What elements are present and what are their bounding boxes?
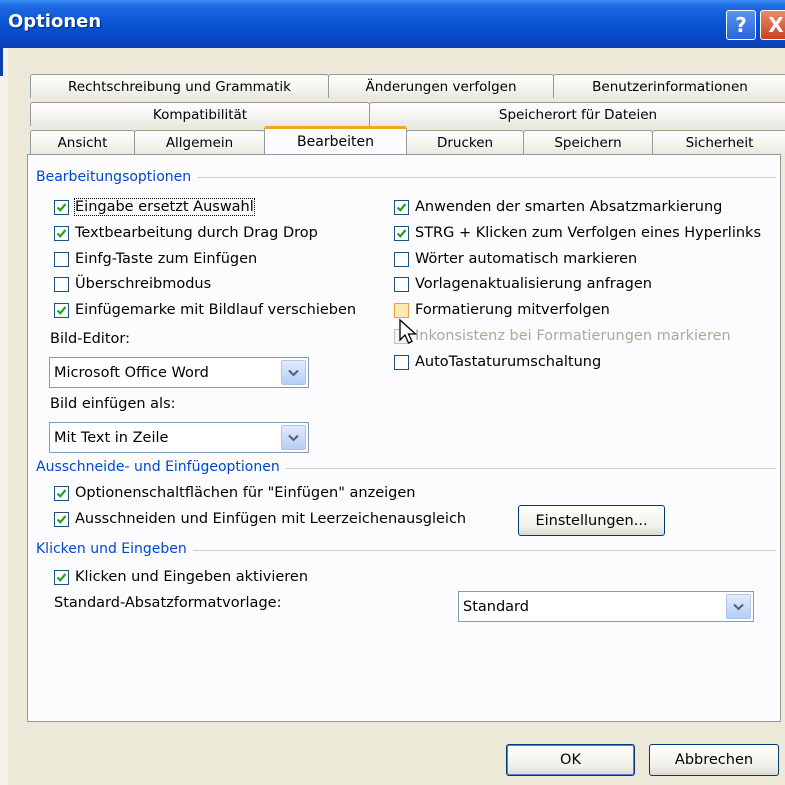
bearbeiten-panel: Bearbeitungsoptionen Eingabe ersetzt Aus… xyxy=(27,154,781,722)
settings-button[interactable]: Einstellungen... xyxy=(518,505,665,536)
checkbox-box xyxy=(394,199,409,215)
checkbox-track-formatting[interactable]: Formatierung mitverfolgen xyxy=(394,302,610,318)
checkbox-label: Ausschneiden und Einfügen mit Leerzeiche… xyxy=(75,511,467,527)
checkbox-paste-options-buttons[interactable]: Optionenschaltflächen für "Einfügen" anz… xyxy=(54,485,415,501)
default-style-select[interactable]: Standard xyxy=(458,591,754,622)
checkbox-insert-key[interactable]: Einfg-Taste zum Einfügen xyxy=(54,251,257,267)
checkbox-box xyxy=(54,569,69,585)
checkbox-label: Eingabe ersetzt Auswahl xyxy=(74,198,255,216)
chevron-down-icon[interactable] xyxy=(726,594,751,619)
cancel-button[interactable]: Abbrechen xyxy=(649,744,779,776)
checkbox-box xyxy=(394,354,409,370)
tab-bearbeiten[interactable]: Bearbeiten xyxy=(264,126,407,154)
checkbox-box xyxy=(54,485,69,501)
default-style-label: Standard-Absatzformatvorlage: xyxy=(54,595,282,611)
checkbox-drag-drop[interactable]: Textbearbeitung durch Drag Drop xyxy=(54,225,318,241)
checkbox-label: Optionenschaltflächen für "Einfügen" anz… xyxy=(75,485,416,501)
group-editing-title: Bearbeitungsoptionen xyxy=(36,169,198,185)
title-bar[interactable]: Optionen ? X xyxy=(0,0,785,48)
tab-allgemein[interactable]: Allgemein xyxy=(134,130,265,154)
ok-button[interactable]: OK xyxy=(506,744,635,776)
window-border xyxy=(0,48,8,785)
picture-editor-select[interactable]: Microsoft Office Word xyxy=(49,357,309,388)
checkbox-smart-cut-paste[interactable]: Ausschneiden und Einfügen mit Leerzeiche… xyxy=(54,511,466,527)
tab-speicherort[interactable]: Speicherort für Dateien xyxy=(369,102,785,126)
checkbox-label: STRG + Klicken zum Verfolgen eines Hyper… xyxy=(415,225,762,241)
tab-drucken[interactable]: Drucken xyxy=(406,130,524,154)
picture-editor-value: Microsoft Office Word xyxy=(54,364,209,381)
checkbox-label: Anwenden der smarten Absatzmarkierung xyxy=(415,199,723,215)
tab-kompatibilitaet[interactable]: Kompatibilität xyxy=(30,102,370,126)
checkbox-box xyxy=(394,276,409,292)
default-style-value: Standard xyxy=(463,598,529,615)
checkbox-caret-scroll[interactable]: Einfügemarke mit Bildlauf verschieben xyxy=(54,302,356,318)
checkbox-auto-keyboard[interactable]: AutoTastaturumschaltung xyxy=(394,354,601,370)
tab-benutzerinformationen[interactable]: Benutzerinformationen xyxy=(553,74,785,98)
checkbox-ctrl-click-hyperlink[interactable]: STRG + Klicken zum Verfolgen eines Hyper… xyxy=(394,225,761,241)
close-button[interactable]: X xyxy=(760,10,785,40)
checkbox-label: Formatierung mitverfolgen xyxy=(415,302,610,318)
checkbox-mark-inconsistency: Inkonsistenz bei Formatierungen markiere… xyxy=(394,328,731,344)
checkbox-box xyxy=(54,276,69,292)
checkbox-label: AutoTastaturumschaltung xyxy=(415,354,602,370)
group-clicktype-title: Klicken und Eingeben xyxy=(36,541,193,557)
checkbox-label: Einfügemarke mit Bildlauf verschieben xyxy=(75,302,357,318)
tab-rechtschreibung[interactable]: Rechtschreibung und Grammatik xyxy=(30,74,329,98)
checkbox-box xyxy=(54,251,69,267)
checkbox-label: Klicken und Eingeben aktivieren xyxy=(75,569,309,585)
checkbox-auto-select-words[interactable]: Wörter automatisch markieren xyxy=(394,251,637,267)
insert-picture-select[interactable]: Mit Text in Zeile xyxy=(49,422,309,453)
help-button[interactable]: ? xyxy=(726,10,756,40)
checkbox-box xyxy=(54,225,69,241)
checkbox-template-update[interactable]: Vorlagenaktualisierung anfragen xyxy=(394,276,652,292)
checkbox-box xyxy=(54,199,69,215)
checkbox-typing-replaces[interactable]: Eingabe ersetzt Auswahl xyxy=(54,198,255,216)
options-dialog: Optionen ? X Rechtschreibung und Grammat… xyxy=(0,0,785,785)
checkbox-label: Überschreibmodus xyxy=(75,276,212,292)
chevron-down-icon[interactable] xyxy=(281,360,306,385)
checkbox-box xyxy=(54,302,69,318)
tab-sicherheit[interactable]: Sicherheit xyxy=(652,130,785,154)
checkbox-overtype[interactable]: Überschreibmodus xyxy=(54,276,211,292)
checkbox-smart-paragraph[interactable]: Anwenden der smarten Absatzmarkierung xyxy=(394,199,722,215)
group-cutpaste-title: Ausschneide- und Einfügeoptionen xyxy=(36,459,286,475)
checkbox-box xyxy=(394,251,409,267)
checkbox-click-and-type[interactable]: Klicken und Eingeben aktivieren xyxy=(54,569,308,585)
tab-aenderungen[interactable]: Änderungen verfolgen xyxy=(328,74,554,98)
checkbox-label: Einfg-Taste zum Einfügen xyxy=(75,251,258,267)
window-title: Optionen xyxy=(8,11,102,32)
checkbox-label: Inkonsistenz bei Formatierungen markiere… xyxy=(415,328,731,344)
chevron-down-icon[interactable] xyxy=(281,425,306,450)
insert-picture-value: Mit Text in Zeile xyxy=(54,429,169,446)
checkbox-box xyxy=(54,511,69,527)
checkbox-label: Vorlagenaktualisierung anfragen xyxy=(415,276,652,292)
tab-speichern[interactable]: Speichern xyxy=(523,130,653,154)
checkbox-box xyxy=(394,302,409,318)
checkbox-box xyxy=(394,225,409,241)
picture-editor-label: Bild-Editor: xyxy=(50,331,130,347)
checkbox-label: Textbearbeitung durch Drag Drop xyxy=(75,225,318,241)
tab-ansicht[interactable]: Ansicht xyxy=(30,130,135,154)
mouse-cursor-icon xyxy=(399,318,418,344)
insert-picture-label: Bild einfügen als: xyxy=(50,396,176,412)
checkbox-label: Wörter automatisch markieren xyxy=(415,251,638,267)
